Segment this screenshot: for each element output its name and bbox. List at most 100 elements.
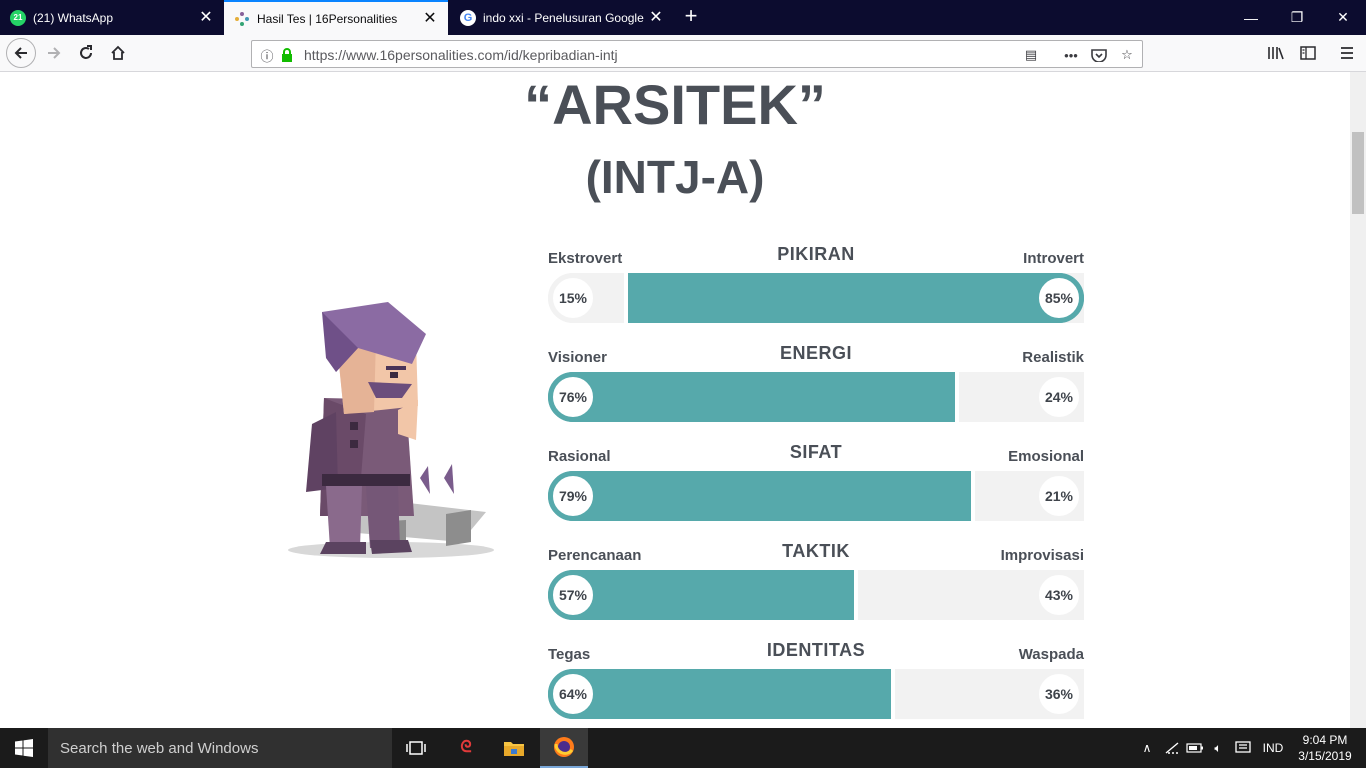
- url-text: https://www.16personalities.com/id/kepri…: [304, 47, 618, 63]
- battery-icon[interactable]: [1184, 728, 1206, 768]
- firefox-icon: [554, 737, 574, 757]
- navigation-toolbar: ⓘ https://www.16personalities.com/id/kep…: [0, 35, 1366, 72]
- reload-icon: [80, 45, 92, 59]
- dimension-name: IDENTITAS: [766, 640, 866, 660]
- whatsapp-icon: 21: [10, 9, 26, 26]
- lock-icon[interactable]: [278, 46, 296, 64]
- file-explorer-button[interactable]: [490, 728, 538, 768]
- left-percent: 76%: [548, 372, 598, 422]
- right-trait-label: Improvisasi: [1000, 547, 1084, 564]
- bookmark-star-icon[interactable]: ☆: [1118, 46, 1136, 64]
- personality-code: (INTJ-A): [585, 151, 765, 203]
- garena-app-button[interactable]: ᘓ: [442, 728, 490, 768]
- dimension-energi[interactable]: Visioner ENERGI Realistik 76% 24%: [548, 337, 1084, 427]
- right-trait-label: Emosional: [1008, 448, 1084, 465]
- reload-button[interactable]: [72, 39, 100, 67]
- start-button[interactable]: [0, 728, 48, 768]
- close-window-button[interactable]: ✕: [1320, 0, 1366, 35]
- 16personalities-favicon-icon: [234, 11, 250, 27]
- arrow-left-icon: [14, 47, 27, 59]
- close-tab-icon[interactable]: ✕: [422, 10, 438, 27]
- dimension-fill: [628, 273, 1084, 323]
- close-tab-icon[interactable]: ✕: [198, 9, 214, 26]
- scrollbar-thumb[interactable]: [1352, 132, 1364, 214]
- home-button[interactable]: [104, 39, 132, 67]
- dimension-pikiran[interactable]: Ekstrovert PIKIRAN Introvert 15% 85%: [548, 238, 1084, 328]
- close-tab-icon[interactable]: ✕: [648, 9, 664, 26]
- left-percent: 64%: [548, 669, 598, 719]
- vertical-scrollbar[interactable]: [1350, 72, 1366, 728]
- taskbar-clock[interactable]: 9:04 PM 3/15/2019: [1290, 732, 1360, 764]
- right-percent: 21%: [1034, 471, 1084, 521]
- hamburger-menu-icon: [1341, 47, 1353, 59]
- bar-gap: [854, 570, 858, 620]
- tab-title: Hasil Tes | 16Personalities: [257, 11, 398, 26]
- arrow-right-icon: [48, 47, 61, 59]
- dimension-fill: [548, 669, 891, 719]
- network-icon[interactable]: [1162, 728, 1182, 768]
- right-trait-label: Realistik: [1022, 349, 1084, 366]
- dimension-identitas[interactable]: Tegas IDENTITAS Waspada 64% 36%: [548, 634, 1084, 724]
- right-trait-label: Introvert: [1023, 250, 1084, 267]
- tab-16personalities[interactable]: Hasil Tes | 16Personalities ✕: [224, 0, 448, 35]
- dimension-fill: [548, 471, 971, 521]
- restore-button[interactable]: ❐: [1274, 0, 1320, 35]
- right-trait-label: Waspada: [1018, 646, 1084, 663]
- tab-google-search[interactable]: G indo xxi - Penelusuran Google ✕: [450, 0, 674, 35]
- menu-button[interactable]: [1333, 39, 1361, 67]
- right-percent: 36%: [1034, 669, 1084, 719]
- bar-gap: [891, 669, 895, 719]
- minimize-button[interactable]: —: [1228, 0, 1274, 35]
- task-view-button[interactable]: [392, 728, 440, 768]
- architect-character-illustration: [288, 302, 494, 558]
- forward-button[interactable]: [40, 39, 68, 67]
- dimension-fill: [548, 372, 955, 422]
- dimension-taktik[interactable]: Perencanaan TAKTIK Improvisasi 57% 43%: [548, 535, 1084, 625]
- clock-time: 9:04 PM: [1302, 733, 1348, 747]
- search-placeholder: Search the web and Windows: [60, 739, 259, 757]
- library-icon: [1268, 47, 1284, 60]
- page-actions-icon[interactable]: •••: [1062, 46, 1080, 64]
- task-view-icon: [406, 741, 426, 755]
- google-icon: G: [460, 9, 476, 26]
- bar-gap: [971, 471, 975, 521]
- tab-whatsapp[interactable]: 21 (21) WhatsApp ✕: [0, 0, 224, 35]
- tab-title: (21) WhatsApp: [33, 10, 114, 25]
- left-percent: 15%: [548, 273, 598, 323]
- right-percent: 43%: [1034, 570, 1084, 620]
- firefox-taskbar-button[interactable]: [540, 728, 588, 768]
- input-language[interactable]: IND: [1256, 728, 1290, 768]
- back-button[interactable]: [6, 38, 36, 68]
- show-hidden-icons-button[interactable]: ∧: [1138, 728, 1156, 768]
- new-tab-button[interactable]: +: [679, 5, 703, 29]
- url-bar[interactable]: ⓘ https://www.16personalities.com/id/kep…: [251, 40, 1143, 68]
- right-percent: 85%: [1034, 273, 1084, 323]
- tab-strip: 21 (21) WhatsApp ✕ Hasil Tes | 16Persona…: [0, 0, 1366, 35]
- windows-logo-icon: [15, 739, 33, 757]
- library-button[interactable]: [1262, 39, 1290, 67]
- left-percent: 79%: [548, 471, 598, 521]
- info-icon[interactable]: ⓘ: [258, 46, 276, 64]
- dimension-sifat[interactable]: Rasional SIFAT Emosional 79% 21%: [548, 436, 1084, 526]
- taskbar-search-box[interactable]: Search the web and Windows: [48, 728, 392, 768]
- garena-icon: ᘓ: [460, 739, 472, 756]
- home-icon: [111, 45, 125, 60]
- pocket-icon[interactable]: [1090, 46, 1108, 64]
- left-percent: 57%: [548, 570, 598, 620]
- right-percent: 24%: [1034, 372, 1084, 422]
- reader-view-icon[interactable]: ▤: [1022, 46, 1040, 64]
- sidebar-icon: [1300, 46, 1316, 60]
- dimension-name: ENERGI: [779, 343, 852, 363]
- windows-taskbar: Search the web and Windows ᘓ ∧ 🔈︎ IND 9:…: [0, 728, 1366, 768]
- bar-gap: [624, 273, 628, 323]
- folder-icon: [504, 742, 524, 756]
- dimension-name: PIKIRAN: [777, 244, 855, 264]
- tab-title: indo xxi - Penelusuran Google: [483, 10, 644, 25]
- action-center-icon[interactable]: [1232, 728, 1254, 768]
- volume-icon[interactable]: 🔈︎: [1208, 728, 1228, 768]
- sidebar-button[interactable]: [1294, 39, 1322, 67]
- dimension-name: SIFAT: [789, 442, 843, 462]
- bar-gap: [955, 372, 959, 422]
- personality-title: “ARSITEK”: [524, 73, 826, 136]
- page-content: “ARSITEK” (INTJ-A) Ekstrovert PIKIRAN Intr…: [0, 72, 1350, 728]
